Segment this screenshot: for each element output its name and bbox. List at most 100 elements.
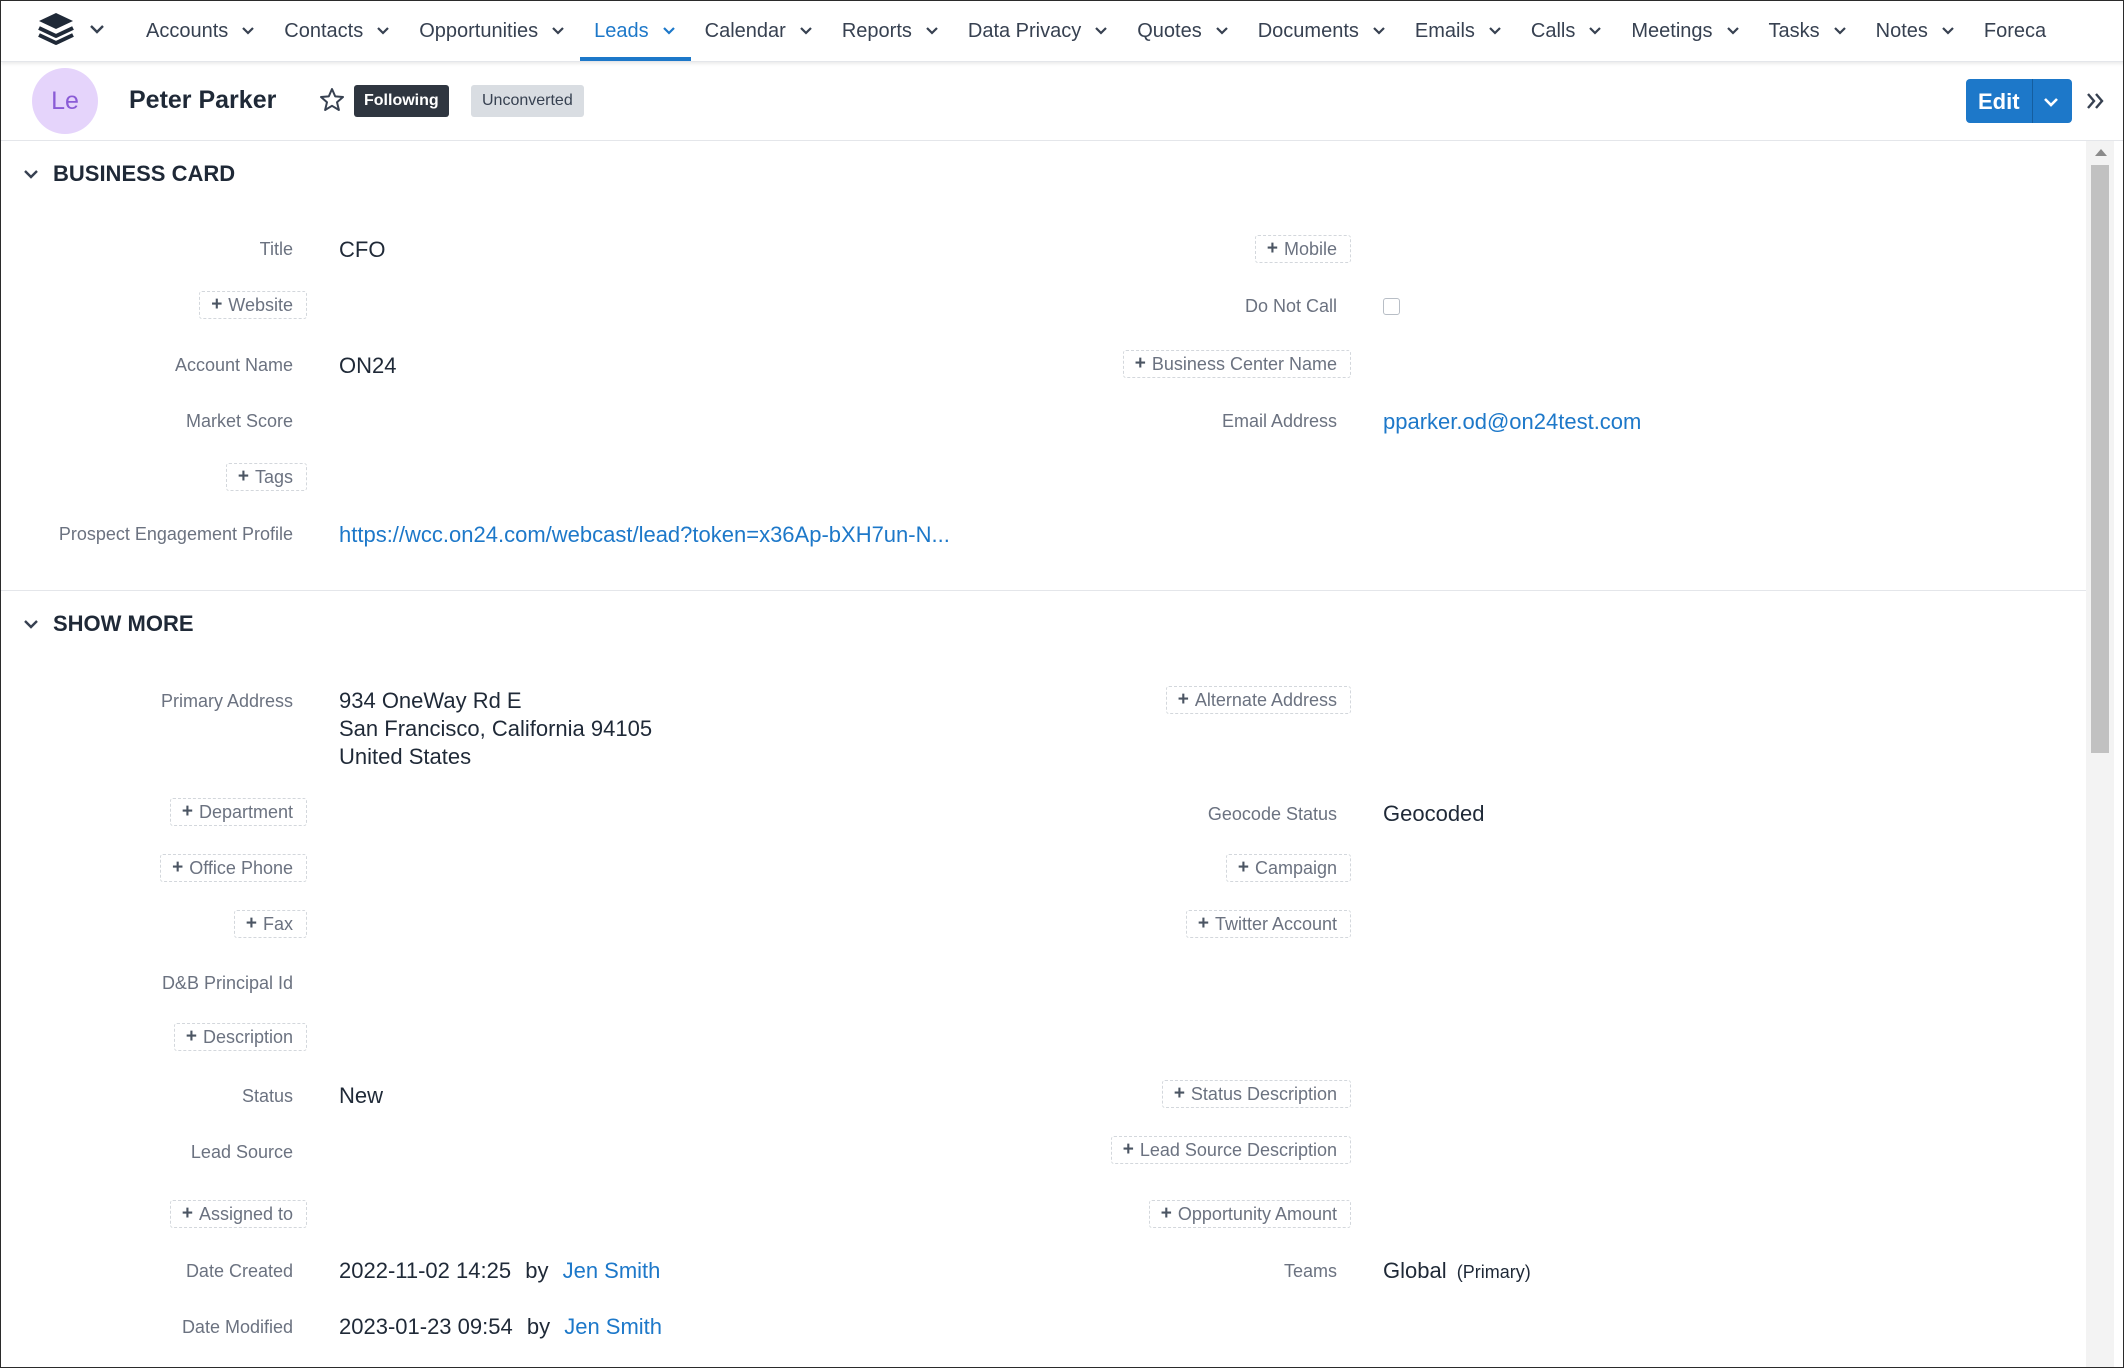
nav-tab-label: Meetings — [1631, 19, 1713, 42]
add-status-description-label: Status Description — [1190, 1083, 1337, 1104]
add-tags-button[interactable]: + Tags — [225, 463, 307, 491]
teams-label: Teams — [1283, 1261, 1337, 1281]
nav-tab-meetings[interactable]: Meetings — [1617, 1, 1754, 61]
add-status-description-button[interactable]: + Status Description — [1161, 1080, 1351, 1108]
chevron-down-icon[interactable] — [550, 23, 566, 39]
chevron-down-icon[interactable] — [1832, 23, 1848, 39]
nav-tab-label: Accounts — [146, 19, 229, 42]
add-fax-button[interactable]: + Fax — [233, 910, 307, 938]
nav-tab-reports[interactable]: Reports — [828, 1, 954, 61]
add-alternate-address-button[interactable]: + Alternate Address — [1165, 686, 1351, 714]
plus-icon: + — [185, 1026, 197, 1047]
by-text: by — [525, 1258, 549, 1283]
account-name-value[interactable]: ON24 — [339, 353, 396, 379]
nav-tab-label: Opportunities — [419, 19, 539, 42]
date-created-label: Date Created — [185, 1261, 293, 1281]
nav-tab-label: Reports — [841, 19, 912, 42]
title-value[interactable]: CFO — [339, 237, 385, 263]
plus-icon: + — [1122, 1139, 1134, 1160]
nav-tab-label: Notes — [1875, 19, 1928, 42]
chevron-down-icon[interactable] — [1214, 23, 1230, 39]
section-title: BUSINESS CARD — [53, 161, 236, 186]
nav-tab-foreca[interactable]: Foreca — [1970, 1, 2060, 61]
nav-tab-accounts[interactable]: Accounts — [132, 1, 270, 61]
scroll-up-arrow-icon[interactable] — [2095, 149, 2107, 156]
chevron-down-icon[interactable] — [1940, 23, 1956, 39]
add-twitter-button[interactable]: + Twitter Account — [1185, 910, 1351, 938]
team-name[interactable]: Global — [1383, 1258, 1447, 1283]
chevron-down-icon[interactable] — [661, 23, 677, 39]
prospect-profile-link[interactable]: https://wcc.on24.com/webcast/lead?token=… — [339, 522, 950, 548]
add-website-button[interactable]: + Website — [199, 291, 307, 319]
nav-tab-emails[interactable]: Emails — [1401, 1, 1517, 61]
section-show-more-toggle[interactable]: SHOW MORE — [21, 611, 194, 637]
chevron-down-icon[interactable] — [2042, 93, 2060, 111]
scrollbar-thumb[interactable] — [2091, 165, 2109, 753]
add-opportunity-amount-label: Opportunity Amount — [1177, 1203, 1337, 1224]
add-campaign-button[interactable]: + Campaign — [1225, 854, 1351, 882]
plus-icon: + — [181, 801, 193, 822]
add-opportunity-amount-button[interactable]: + Opportunity Amount — [1148, 1200, 1351, 1228]
nav-tab-label: Leads — [594, 19, 649, 42]
chevron-down-icon[interactable] — [1093, 23, 1109, 39]
address-line-1[interactable]: 934 OneWay Rd E — [339, 688, 522, 714]
add-business-center-label: Business Center Name — [1151, 353, 1337, 374]
nav-tab-quotes[interactable]: Quotes — [1123, 1, 1243, 61]
section-divider — [1, 590, 2086, 591]
geocode-status-value[interactable]: Geocoded — [1383, 801, 1485, 827]
chevron-down-icon[interactable] — [798, 23, 814, 39]
nav-tab-label: Contacts — [284, 19, 364, 42]
team-primary-tag: (Primary) — [1456, 1262, 1531, 1282]
nav-tab-contacts[interactable]: Contacts — [270, 1, 405, 61]
nav-tab-tasks[interactable]: Tasks — [1755, 1, 1862, 61]
add-description-button[interactable]: + Description — [173, 1023, 307, 1051]
add-assigned-to-button[interactable]: + Assigned to — [169, 1200, 307, 1228]
stack-logo-icon[interactable] — [35, 9, 77, 51]
primary-address-label: Primary Address — [160, 691, 293, 711]
email-link[interactable]: pparker.od@on24test.com — [1383, 409, 1641, 435]
chevron-down-icon — [24, 170, 38, 179]
geocode-status-label: Geocode Status — [1207, 804, 1337, 824]
add-description-label: Description — [202, 1026, 293, 1047]
nav-tab-opportunities[interactable]: Opportunities — [405, 1, 580, 61]
chevron-down-icon[interactable] — [1725, 23, 1741, 39]
chevron-down-icon[interactable] — [87, 19, 107, 39]
date-modified-label: Date Modified — [181, 1317, 293, 1337]
section-business-card-toggle[interactable]: BUSINESS CARD — [21, 161, 235, 187]
chevron-down-icon[interactable] — [1487, 23, 1503, 39]
created-by-link[interactable]: Jen Smith — [563, 1258, 661, 1283]
nav-tab-calls[interactable]: Calls — [1517, 1, 1617, 61]
market-score-label: Market Score — [185, 411, 293, 431]
nav-tab-data-privacy[interactable]: Data Privacy — [954, 1, 1123, 61]
nav-tab-leads[interactable]: Leads — [580, 1, 691, 61]
scrollbar[interactable] — [2086, 141, 2114, 1367]
date-modified-text: 2023-01-23 09:54 — [339, 1314, 513, 1339]
modified-by-link[interactable]: Jen Smith — [564, 1314, 662, 1339]
chevron-down-icon — [24, 620, 38, 629]
add-mobile-button[interactable]: + Mobile — [1254, 235, 1351, 263]
add-assigned-to-label: Assigned to — [198, 1203, 293, 1224]
star-icon[interactable] — [319, 87, 345, 113]
by-text: by — [526, 1314, 551, 1339]
nav-tab-calendar[interactable]: Calendar — [691, 1, 828, 61]
nav-tab-label: Emails — [1414, 19, 1475, 42]
nav-tab-documents[interactable]: Documents — [1244, 1, 1401, 61]
chevron-down-icon[interactable] — [1371, 23, 1387, 39]
address-line-2[interactable]: San Francisco, California 94105 — [339, 716, 652, 742]
following-badge[interactable]: Following — [354, 85, 449, 117]
nav-tab-notes[interactable]: Notes — [1862, 1, 1970, 61]
chevron-down-icon[interactable] — [1587, 23, 1603, 39]
add-department-button[interactable]: + Department — [169, 798, 307, 826]
chevron-down-icon[interactable] — [240, 23, 256, 39]
add-tags-label: Tags — [254, 466, 293, 487]
double-chevron-right-icon[interactable] — [2083, 89, 2107, 113]
add-lead-source-description-button[interactable]: + Lead Source Description — [1110, 1136, 1351, 1164]
edit-button[interactable]: Edit — [1978, 89, 2020, 115]
add-business-center-button[interactable]: + Business Center Name — [1122, 350, 1351, 378]
status-value[interactable]: New — [339, 1083, 383, 1109]
chevron-down-icon[interactable] — [924, 23, 940, 39]
add-office-phone-button[interactable]: + Office Phone — [160, 854, 307, 882]
address-line-3[interactable]: United States — [339, 744, 471, 770]
do-not-call-checkbox[interactable] — [1383, 298, 1400, 315]
chevron-down-icon[interactable] — [375, 23, 391, 39]
